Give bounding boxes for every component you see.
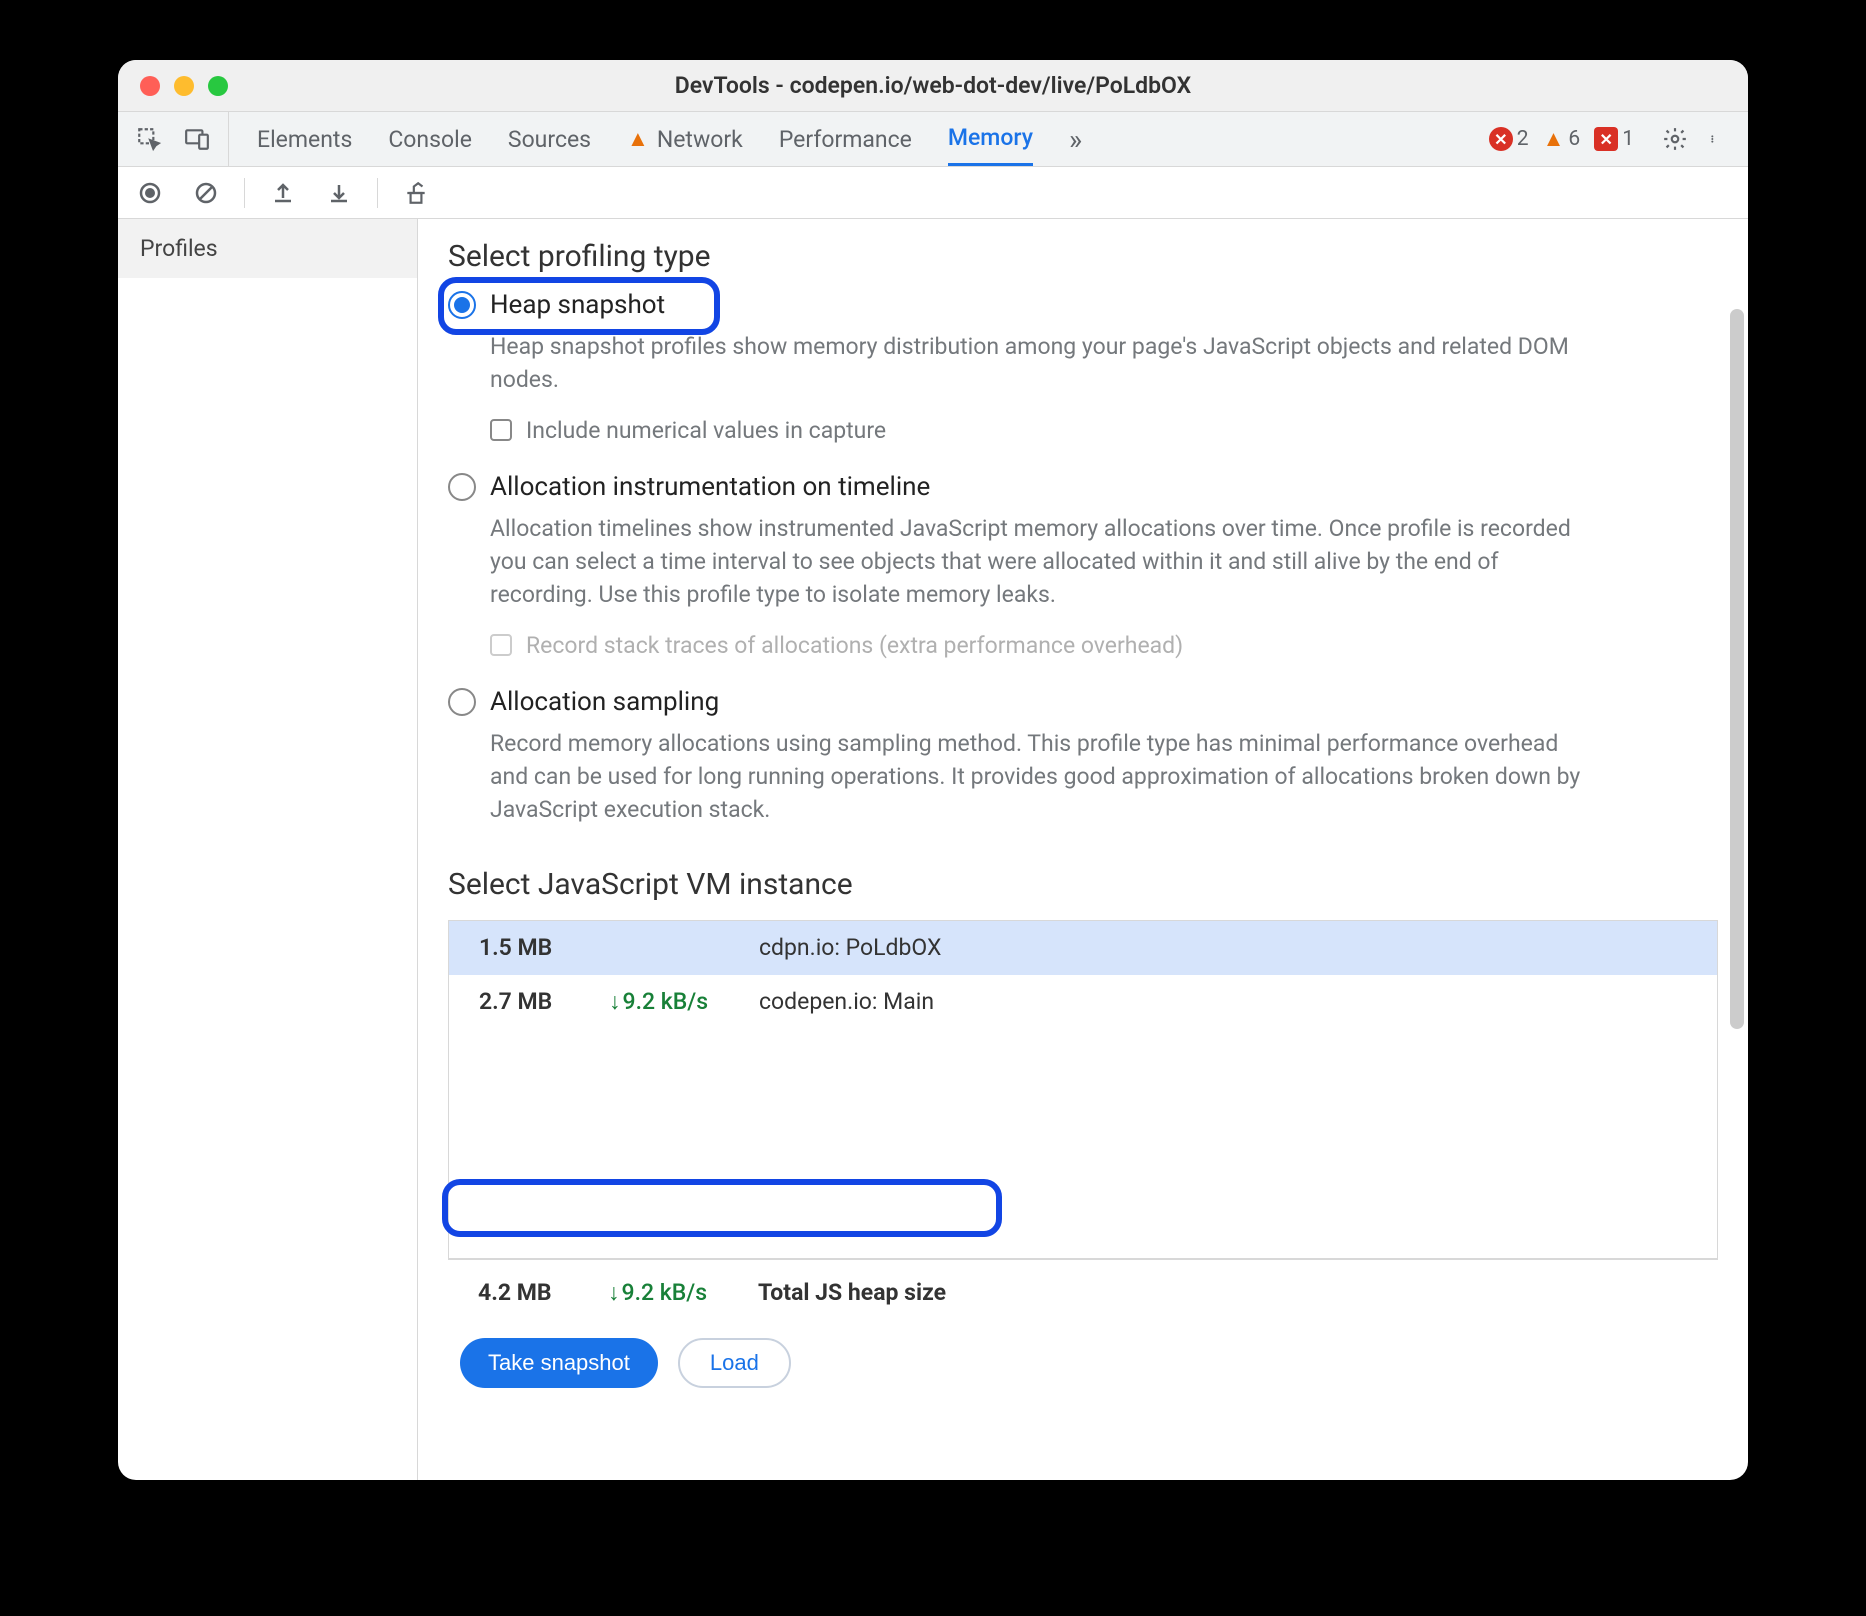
vm-row-name: codepen.io: Main xyxy=(759,988,934,1015)
window-titlebar: DevTools - codepen.io/web-dot-dev/live/P… xyxy=(118,60,1748,112)
vm-total-size: 4.2 MB xyxy=(478,1279,608,1306)
checkbox-record-stack xyxy=(490,634,512,656)
close-window-button[interactable] xyxy=(140,76,160,96)
more-tabs-button[interactable]: » xyxy=(1069,112,1082,166)
vm-section-title: Select JavaScript VM instance xyxy=(448,867,1718,902)
vertical-scrollbar[interactable] xyxy=(1730,309,1744,1029)
tabs-left-tools xyxy=(118,112,229,166)
warning-icon: ▲ xyxy=(1543,126,1565,152)
load-button[interactable]: Load xyxy=(678,1338,791,1388)
vm-instance-table: 1.5 MB cdpn.io: PoLdbOX 2.7 MB ↓9.2 kB/s… xyxy=(448,920,1718,1260)
vm-row-size: 2.7 MB xyxy=(479,988,609,1015)
option-timeline-label: Allocation instrumentation on timeline xyxy=(490,472,930,502)
memory-main-panel: Select profiling type Heap snapshot Heap… xyxy=(418,219,1748,1480)
tabs-right-indicators: ✕ 2 ▲ 6 ✕ 1 xyxy=(1469,112,1748,166)
memory-toolbar xyxy=(118,167,1748,219)
radio-allocation-timeline[interactable] xyxy=(448,473,476,501)
option-sampling-label: Allocation sampling xyxy=(490,687,719,717)
vm-row-name: cdpn.io: PoLdbOX xyxy=(759,934,941,961)
tab-sources[interactable]: Sources xyxy=(508,112,591,166)
maximize-window-button[interactable] xyxy=(208,76,228,96)
kebab-menu-icon[interactable] xyxy=(1702,126,1728,152)
vm-row[interactable]: 1.5 MB cdpn.io: PoLdbOX xyxy=(449,921,1717,975)
warning-icon: ▲ xyxy=(627,126,649,152)
errors-indicator[interactable]: ✕ 2 xyxy=(1489,127,1529,151)
tab-performance[interactable]: Performance xyxy=(779,112,912,166)
arrow-down-icon: ↓ xyxy=(609,988,621,1015)
record-icon[interactable] xyxy=(136,179,164,207)
heap-include-numerical-row[interactable]: Include numerical values in capture xyxy=(490,417,1718,444)
tab-console[interactable]: Console xyxy=(388,112,472,166)
radio-heap-snapshot[interactable] xyxy=(448,291,476,319)
blocked-icon: ✕ xyxy=(1594,127,1618,151)
option-heap-snapshot[interactable]: Heap snapshot Heap snapshot profiles sho… xyxy=(448,290,1718,444)
profiling-type-title: Select profiling type xyxy=(448,239,1718,274)
option-timeline-desc: Allocation timelines show instrumented J… xyxy=(490,512,1590,612)
vm-row[interactable]: 2.7 MB ↓9.2 kB/s codepen.io: Main xyxy=(449,975,1717,1029)
tab-memory[interactable]: Memory xyxy=(948,112,1033,166)
actions-row: Take snapshot Load xyxy=(448,1338,1718,1388)
option-sampling-desc: Record memory allocations using sampling… xyxy=(490,727,1590,827)
settings-icon[interactable] xyxy=(1662,126,1688,152)
option-heap-label: Heap snapshot xyxy=(490,290,665,320)
sidebar: Profiles xyxy=(118,219,418,1480)
vm-row-rate: ↓9.2 kB/s xyxy=(609,988,759,1015)
timeline-record-stack-row: Record stack traces of allocations (extr… xyxy=(490,632,1718,659)
panel-tabs: Elements Console Sources ▲ Network Perfo… xyxy=(229,112,1469,166)
vm-total-rate: ↓9.2 kB/s xyxy=(608,1279,758,1306)
sidebar-profiles-header: Profiles xyxy=(118,219,417,278)
vm-summary-row: 4.2 MB ↓9.2 kB/s Total JS heap size xyxy=(448,1266,1718,1320)
option-allocation-timeline[interactable]: Allocation instrumentation on timeline A… xyxy=(448,472,1718,659)
vm-row-size: 1.5 MB xyxy=(479,934,609,961)
device-toolbar-icon[interactable] xyxy=(184,126,210,152)
export-icon[interactable] xyxy=(269,179,297,207)
import-icon[interactable] xyxy=(325,179,353,207)
clear-icon[interactable] xyxy=(192,179,220,207)
minimize-window-button[interactable] xyxy=(174,76,194,96)
body-area: Profiles Select profiling type Heap snap… xyxy=(118,219,1748,1480)
garbage-collect-icon[interactable] xyxy=(402,179,430,207)
panel-tab-strip: Elements Console Sources ▲ Network Perfo… xyxy=(118,112,1748,167)
option-heap-desc: Heap snapshot profiles show memory distr… xyxy=(490,330,1590,397)
tab-network[interactable]: ▲ Network xyxy=(627,112,743,166)
traffic-lights xyxy=(140,76,228,96)
radio-allocation-sampling[interactable] xyxy=(448,688,476,716)
take-snapshot-button[interactable]: Take snapshot xyxy=(460,1338,658,1388)
inspect-element-icon[interactable] xyxy=(136,126,162,152)
vm-total-label: Total JS heap size xyxy=(758,1279,946,1306)
tab-elements[interactable]: Elements xyxy=(257,112,352,166)
devtools-window: DevTools - codepen.io/web-dot-dev/live/P… xyxy=(118,60,1748,1480)
error-icon: ✕ xyxy=(1489,127,1513,151)
warnings-indicator[interactable]: ▲ 6 xyxy=(1543,126,1581,152)
checkbox-include-numerical[interactable] xyxy=(490,419,512,441)
arrow-down-icon: ↓ xyxy=(608,1279,620,1306)
option-allocation-sampling[interactable]: Allocation sampling Record memory alloca… xyxy=(448,687,1718,827)
window-title: DevTools - codepen.io/web-dot-dev/live/P… xyxy=(118,72,1748,99)
blocked-indicator[interactable]: ✕ 1 xyxy=(1594,127,1634,151)
